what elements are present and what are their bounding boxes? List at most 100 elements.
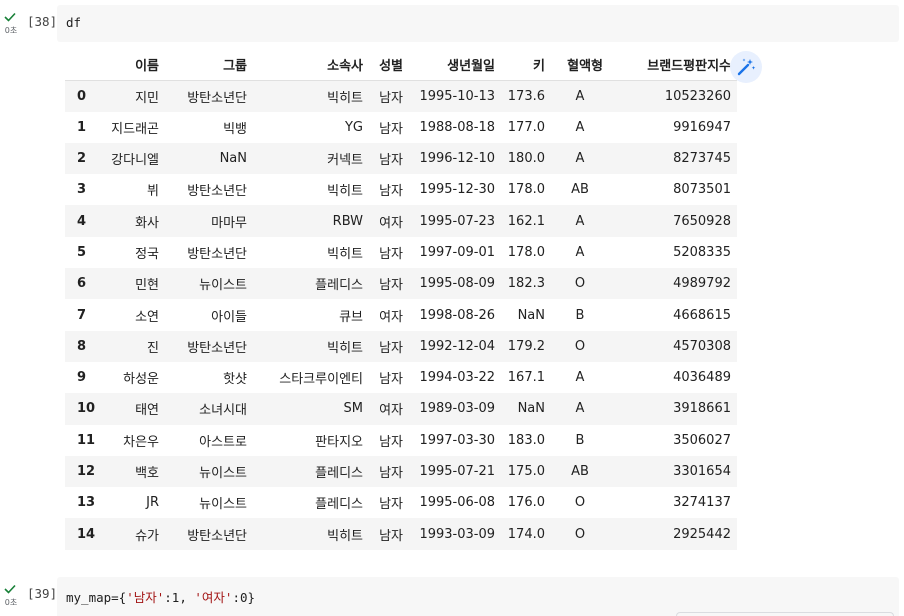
run-time: 0초 [4, 598, 18, 607]
table-cell: 빅히트 [327, 184, 363, 200]
dataframe-table: 이름 그룹 소속사 성별 생년월일 키 혈액형 브랜드평판지수 0 지민 방탄소년단 빅히트 남자 19… [65, 49, 737, 550]
table-row: 11 차은우 아스트로 판타지오 남자 1997-03-30 183.0 B 3506027 [65, 425, 737, 456]
table-cell: 177.0 [507, 119, 545, 135]
table-cell: 남자 [379, 121, 403, 137]
table-row: 9 하성운 핫샷 스타크루이엔티 남자 1994-03-22 167.1 A 4036489 [65, 362, 737, 393]
table-cell: AB [571, 464, 589, 479]
table-cell: 남자 [379, 153, 403, 169]
table-cell: 커넥트 [327, 153, 363, 169]
row-index: 11 [77, 432, 96, 448]
magic-wand-button[interactable] [730, 51, 762, 83]
table-cell: 화사 [135, 215, 159, 231]
table-cell: 판타지오 [315, 434, 363, 450]
table-cell: 1997-09-01 [419, 244, 495, 260]
table-cell: 방탄소년단 [187, 528, 247, 544]
table-cell: 1995-10-13 [419, 88, 495, 104]
table-cell: 남자 [379, 278, 403, 294]
table-cell: 지드래곤 [111, 121, 159, 137]
table-cell: 4668615 [673, 307, 731, 323]
table-cell: 남자 [379, 466, 403, 481]
code-token: :0} [232, 590, 256, 605]
check-icon [4, 12, 16, 22]
table-header-row: 이름 그룹 소속사 성별 생년월일 키 혈액형 브랜드평판지수 [65, 49, 737, 81]
check-icon [4, 584, 16, 594]
table-cell: 1998-08-26 [419, 307, 495, 323]
table-cell: 하성운 [123, 372, 159, 388]
table-cell: 남자 [379, 372, 403, 388]
table-cell: 방탄소년단 [187, 184, 247, 200]
table-cell: A [575, 151, 585, 167]
cell-output: 이름 그룹 소속사 성별 생년월일 키 혈액형 브랜드평판지수 0 지민 방탄소년단 빅히트 남자 19… [65, 49, 737, 550]
table-cell: 1997-03-30 [419, 432, 495, 448]
notebook: 0초 [38] df 이름 그룹 소속사 성별 생년월일 키 혈액형 브랜드평판지수 0 지민 방… [0, 0, 904, 616]
code-text[interactable]: df [66, 15, 81, 30]
table-cell: 플레디스 [315, 497, 363, 513]
table-cell: 태연 [135, 403, 159, 419]
table-cell: 플레디스 [315, 466, 363, 481]
table-row: 0 지민 방탄소년단 빅히트 남자 1995-10-13 173.6 A 10523260 [65, 80, 737, 112]
table-cell: 178.0 [507, 182, 545, 198]
table-cell: 플레디스 [315, 278, 363, 294]
row-index: 2 [77, 151, 87, 167]
table-cell: 빅뱅 [223, 121, 247, 137]
code-token: :1, [164, 590, 195, 605]
table-cell: 진 [147, 340, 159, 356]
row-index: 7 [77, 307, 87, 323]
table-cell: 1995-06-08 [419, 495, 495, 511]
column-header: 이름 [105, 49, 165, 81]
code-cell-38[interactable]: 0초 [38] df [0, 0, 904, 48]
table-cell: O [574, 338, 586, 354]
code-editor[interactable]: my_map={'남자':1, '여자':0} [57, 577, 899, 616]
table-cell: 8073501 [673, 182, 731, 198]
table-row: 10 태연 소녀시대 SM 여자 1989-03-09 NaN A 3918661 [65, 393, 737, 425]
table-cell: O [574, 495, 586, 511]
table-cell: 빅히트 [327, 246, 363, 262]
row-index: 1 [77, 119, 87, 135]
table-cell: 스타크루이엔티 [279, 372, 363, 388]
table-cell: YG [344, 119, 363, 135]
table-cell: SM [343, 401, 363, 417]
table-cell: 1995-08-09 [419, 276, 495, 292]
table-cell: A [575, 370, 585, 386]
table-cell: 4989792 [673, 276, 731, 292]
table-cell: 7650928 [673, 213, 731, 229]
code-text[interactable]: my_map={'남자':1, '여자':0} [66, 587, 255, 606]
table-cell: 178.0 [507, 244, 545, 260]
table-cell: 175.0 [507, 464, 545, 479]
table-cell: 1993-03-09 [419, 526, 495, 542]
table-cell: A [575, 401, 585, 417]
table-cell: 여자 [379, 403, 403, 419]
run-time: 0초 [4, 26, 18, 35]
table-cell: 남자 [379, 340, 403, 356]
table-cell: 남자 [379, 90, 403, 106]
table-cell: 지민 [135, 90, 159, 106]
table-cell: 여자 [379, 215, 403, 231]
row-index: 6 [77, 276, 87, 292]
table-cell: 방탄소년단 [187, 90, 247, 106]
execution-count: [39] [27, 586, 58, 601]
code-cell-39[interactable]: 0초 [39] my_map={'남자':1, '여자':0} [0, 572, 904, 616]
row-index: 14 [77, 526, 96, 542]
table-cell: 정국 [135, 246, 159, 262]
row-index: 12 [77, 464, 96, 479]
table-cell: 슈가 [135, 528, 159, 544]
table-cell: 1995-07-21 [419, 464, 495, 479]
table-cell: 강다니엘 [111, 153, 159, 169]
code-editor[interactable]: df [57, 5, 899, 42]
table-cell: 빅히트 [327, 340, 363, 356]
table-cell: B [575, 432, 585, 448]
table-cell: 방탄소년단 [187, 340, 247, 356]
table-cell: B [575, 307, 585, 323]
table-row: 14 슈가 방탄소년단 빅히트 남자 1993-03-09 174.0 O 2925442 [65, 518, 737, 550]
table-cell: 뉴이스트 [199, 497, 247, 513]
table-cell: 173.6 [507, 88, 545, 104]
table-cell: 민현 [135, 278, 159, 294]
table-row: 8 진 방탄소년단 빅히트 남자 1992-12-04 179.2 O 4570308 [65, 330, 737, 362]
table-cell: 남자 [379, 184, 403, 200]
row-index: 9 [77, 370, 87, 386]
table-cell: 뷔 [147, 184, 159, 200]
column-header: 혈액형 [551, 49, 609, 81]
table-cell: 162.1 [507, 213, 545, 229]
table-cell: 182.3 [507, 276, 545, 292]
table-cell: 남자 [379, 528, 403, 544]
